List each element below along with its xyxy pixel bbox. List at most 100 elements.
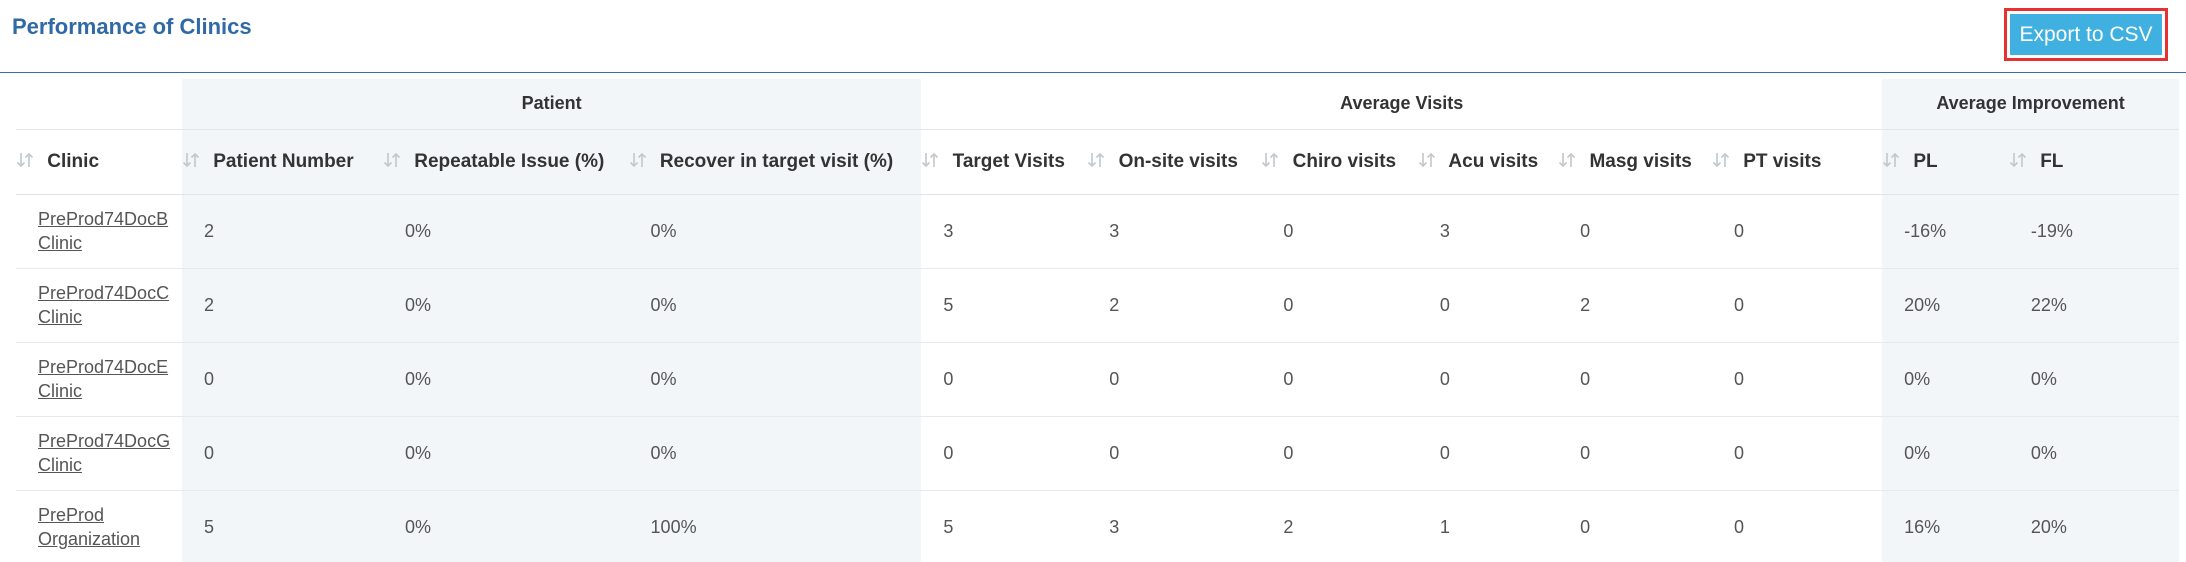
cell-pt-visits: 0 xyxy=(1711,342,1883,417)
cell-patient-number: 2 xyxy=(181,194,383,269)
cell-chiro-visits: 0 xyxy=(1261,342,1418,417)
clinic-link[interactable]: PreProd Organization xyxy=(38,503,178,551)
cell-patient-number: 0 xyxy=(181,416,383,491)
table-row: PreProd74DocB Clinic 2 0% 0% 3 3 0 3 0 0… xyxy=(16,194,2179,269)
cell-acu-visits: 3 xyxy=(1417,194,1559,269)
column-header-acu-visits[interactable]: Acu visits xyxy=(1417,129,1559,195)
cell-target-visits: 5 xyxy=(921,268,1088,343)
table-row: PreProd74DocG Clinic 0 0% 0% 0 0 0 0 0 0… xyxy=(16,416,2179,491)
cell-acu-visits: 1 xyxy=(1439,516,1450,537)
sort-icon[interactable] xyxy=(2009,151,2031,169)
cell-onsite-visits: 3 xyxy=(1109,516,1120,537)
cell-target-visits: 5 xyxy=(943,516,954,537)
group-header-patient: Patient xyxy=(181,79,922,130)
page-title: Performance of Clinics xyxy=(12,14,252,39)
cell-clinic: PreProd74DocG Clinic xyxy=(16,416,182,491)
sort-icon[interactable] xyxy=(1712,151,1734,169)
cell-acu-visits: 0 xyxy=(1417,416,1559,491)
column-header-pl[interactable]: PL xyxy=(1882,129,2009,195)
column-header-label: Recover in target visit (%) xyxy=(659,150,894,172)
cell-repeatable-issue: 0% xyxy=(382,490,629,562)
sort-icon[interactable] xyxy=(1558,151,1580,169)
sort-icon[interactable] xyxy=(16,151,38,169)
clinics-table: Patient Average Visits Average Improveme… xyxy=(16,79,2179,562)
sort-icon[interactable] xyxy=(1418,151,1440,169)
table-row: PreProd74DocE Clinic 0 0% 0% 0 0 0 0 0 0… xyxy=(16,342,2179,417)
cell-target-visits: 0 xyxy=(921,342,1088,417)
clinic-link[interactable]: PreProd74DocB Clinic xyxy=(38,207,178,255)
sort-icon[interactable] xyxy=(1087,151,1109,169)
clinic-link[interactable]: PreProd74DocC Clinic xyxy=(38,281,178,329)
column-header-chiro-visits[interactable]: Chiro visits xyxy=(1261,129,1418,195)
group-header-average-improvement: Average Improvement xyxy=(1882,79,2179,130)
cell-fl: 0% xyxy=(2008,416,2179,491)
column-header-masg-visits[interactable]: Masg visits xyxy=(1558,129,1712,195)
cell-target-visits: 3 xyxy=(921,194,1088,269)
cell-fl: 0% xyxy=(2008,342,2179,417)
cell-repeatable-issue: 0% xyxy=(382,194,629,269)
cell-fl: 20% xyxy=(2008,490,2179,562)
cell-masg-visits: 0 xyxy=(1580,516,1591,537)
column-header-fl[interactable]: FL xyxy=(2008,129,2179,195)
export-csv-button[interactable]: Export to CSV xyxy=(2004,8,2168,61)
sort-icon[interactable] xyxy=(629,151,651,169)
sort-icon[interactable] xyxy=(1261,151,1283,169)
clinic-link[interactable]: PreProd74DocG Clinic xyxy=(38,429,178,477)
cell-pl: 20% xyxy=(1882,268,2009,343)
column-header-onsite-visits[interactable]: On-site visits xyxy=(1087,129,1262,195)
cell-repeatable-issue: 0% xyxy=(382,268,629,343)
sort-icon[interactable] xyxy=(383,151,405,169)
cell-patient-number: 5 xyxy=(181,490,383,562)
cell-masg-visits: 0 xyxy=(1558,342,1712,417)
column-header-label: Masg visits xyxy=(1589,150,1692,172)
export-csv-button-label: Export to CSV xyxy=(2010,14,2162,55)
cell-recover-target: 0% xyxy=(628,268,922,343)
column-header-clinic[interactable]: Clinic xyxy=(16,129,182,195)
cell-pl: 0% xyxy=(1882,416,2009,491)
cell-recover-target: 0% xyxy=(628,342,922,417)
cell-acu-visits: 0 xyxy=(1417,268,1559,343)
sort-icon[interactable] xyxy=(921,151,943,169)
column-header-row: Clinic Patient Number Repeatable Issue (… xyxy=(16,129,2179,195)
cell-pl: -16% xyxy=(1882,194,2009,269)
column-header-label: FL xyxy=(2040,150,2064,172)
cell-fl: 22% xyxy=(2008,268,2179,343)
column-header-patient-number[interactable]: Patient Number xyxy=(181,129,383,195)
column-header-target-visits[interactable]: Target Visits xyxy=(921,129,1088,195)
cell-repeatable-issue: 0% xyxy=(382,342,629,417)
group-header-empty xyxy=(16,79,182,130)
cell-onsite-visits: 2 xyxy=(1087,268,1262,343)
cell-masg-visits: 2 xyxy=(1558,268,1712,343)
column-header-label: Acu visits xyxy=(1448,150,1539,172)
column-header-repeatable-issue[interactable]: Repeatable Issue (%) xyxy=(382,129,629,195)
cell-recover-target: 0% xyxy=(628,416,922,491)
cell-target-visits: 0 xyxy=(921,416,1088,491)
column-header-label: PT visits xyxy=(1743,150,1822,172)
cell-pt-visits: 0 xyxy=(1733,516,1744,537)
sort-icon[interactable] xyxy=(1882,151,1904,169)
cell-pt-visits: 0 xyxy=(1711,268,1883,343)
group-header-average-visits: Average Visits xyxy=(921,79,1883,130)
cell-acu-visits: 0 xyxy=(1417,342,1559,417)
column-header-label: Chiro visits xyxy=(1292,150,1397,172)
column-header-label: Clinic xyxy=(47,150,100,172)
cell-masg-visits: 0 xyxy=(1558,416,1712,491)
cell-chiro-visits: 0 xyxy=(1261,268,1418,343)
cell-chiro-visits: 0 xyxy=(1261,416,1418,491)
page-header: Performance of Clinics xyxy=(0,0,2186,73)
column-header-pt-visits[interactable]: PT visits xyxy=(1711,129,1883,195)
cell-pl: 0% xyxy=(1882,342,2009,417)
cell-onsite-visits: 0 xyxy=(1087,416,1262,491)
column-header-label: On-site visits xyxy=(1118,150,1238,172)
cell-repeatable-issue: 0% xyxy=(382,416,629,491)
cell-pt-visits: 0 xyxy=(1711,194,1883,269)
cell-patient-number: 2 xyxy=(181,268,383,343)
cell-clinic: PreProd74DocE Clinic xyxy=(16,342,182,417)
cell-clinic: PreProd74DocC Clinic xyxy=(16,268,182,343)
sort-icon[interactable] xyxy=(182,151,204,169)
clinic-link[interactable]: PreProd74DocE Clinic xyxy=(38,355,178,403)
column-header-label: Repeatable Issue (%) xyxy=(414,150,605,172)
group-header-row: Patient Average Visits Average Improveme… xyxy=(16,79,2179,130)
column-header-recover-target[interactable]: Recover in target visit (%) xyxy=(628,129,922,195)
cell-fl: -19% xyxy=(2008,194,2179,269)
